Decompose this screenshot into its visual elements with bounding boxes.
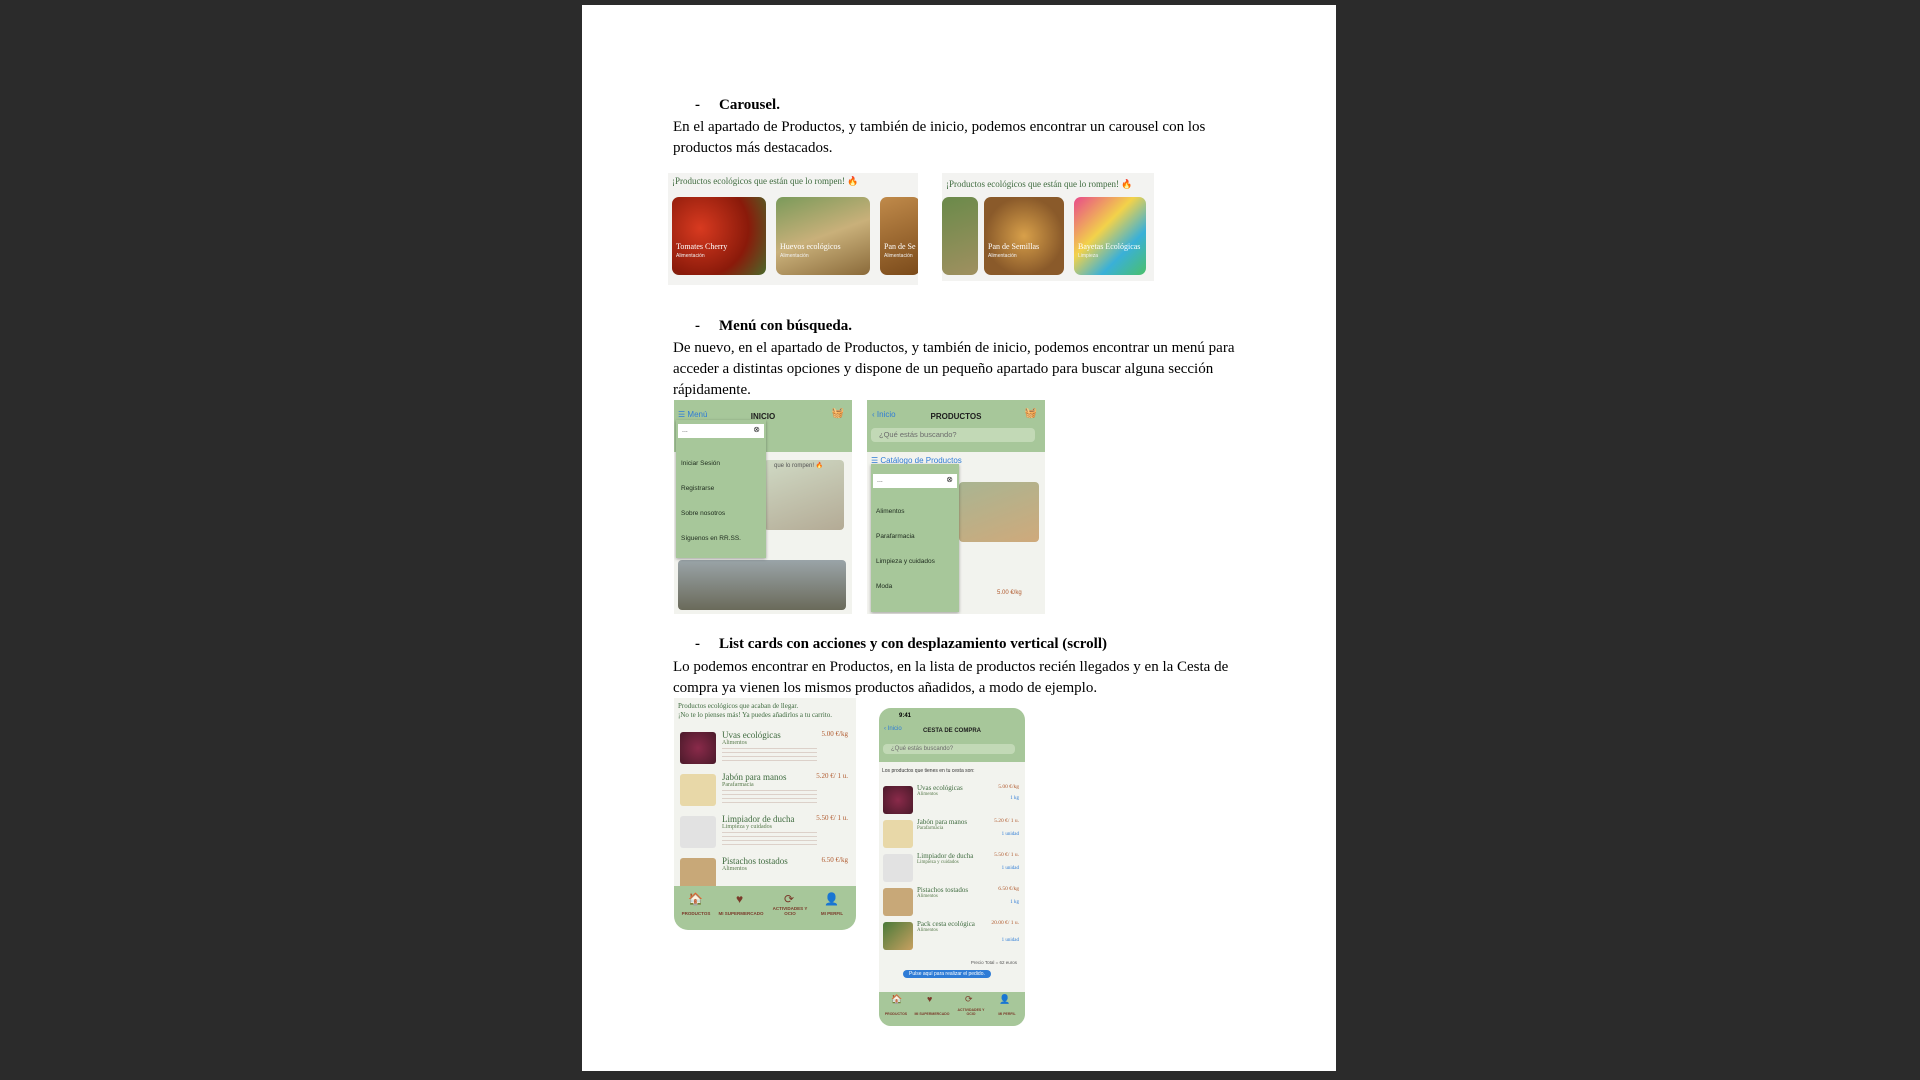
basket-card[interactable]: Pistachos tostados Alimentos 6.50 €/kg 1 … [883,886,1019,918]
tab-productos[interactable]: PRODUCTOS [879,1012,913,1016]
carousel-card: Pan de Se Alimentación [880,197,918,275]
menu-search-input[interactable]: ... [678,424,764,438]
tab-supermercado[interactable]: MI SUPERMERCADO [718,911,764,916]
catalog-item[interactable]: Alimentos [876,508,905,515]
catalog-dropdown: ... ⊗ Alimentos Parafarmacia Limpieza y … [871,464,959,612]
menu-item[interactable]: Iniciar Sesión [681,460,720,467]
document-page: - Carousel. En el apartado de Productos, … [582,5,1336,1071]
carousel-card: Bayetas Ecológicas Limpieza [1074,197,1146,275]
search-input[interactable]: ¿Qué estás buscando? [871,428,1035,442]
list-card[interactable]: Jabón para manos Parafarmacia 5.20 €/ 1 u… [680,772,848,810]
clear-icon[interactable]: ⊗ [946,475,953,484]
carousel-card: Pan de Semillas Alimentación [984,197,1064,275]
menu-item[interactable]: Sobre nosotros [681,510,725,517]
catalog-item[interactable]: Limpieza y cuidados [876,558,935,565]
tab-bar: 🏠 ♥ ⟳ 👤 PRODUCTOS MI SUPERMERCADO ACTIVI… [879,992,1025,1026]
total-price: Precio Total = 62 euros [970,960,1017,965]
list-card[interactable]: Uvas ecológicas Alimentos 5.00 €/kg [680,730,848,768]
menu-screenshot-productos: ‹ Inicio PRODUCTOS 🧺 ¿Qué estás buscando… [867,400,1045,614]
carousel-screenshot-2: ¡Productos ecológicos que están que lo r… [942,173,1154,281]
tab-productos[interactable]: PRODUCTOS [676,911,716,916]
clear-icon[interactable]: ⊗ [753,425,760,434]
order-button[interactable]: Pulse aquí para realizar el pedido. [903,970,991,978]
carousel-card: Huevos ecológicos Alimentación [776,197,870,275]
catalog-item[interactable]: Parafarmacia [876,533,915,540]
basket-card[interactable]: Pack cesta ecológica Alimentos 20.00 €/ 1… [883,920,1019,952]
section-text-carousel: En el apartado de Productos, y también d… [673,119,1206,156]
section-text-list: Lo podemos encontrar en Productos, en la… [673,659,1229,696]
section-heading-list: - List cards con acciones y con desplazam… [695,636,1107,652]
tab-actividades[interactable]: ACTIVIDADES Y OCIO [768,906,812,916]
basket-icon[interactable]: 🧺 [1025,408,1037,419]
tab-supermercado[interactable]: MI SUPERMERCADO [913,1012,951,1016]
tab-perfil[interactable]: MI PERFIL [991,1012,1023,1016]
search-input[interactable]: ¿Qué estás buscando? [883,744,1015,754]
carousel-card: Tomates Cherry Alimentación [672,197,766,275]
menu-dropdown: ... ⊗ Iniciar Sesión Registrarse Sobre n… [676,420,766,558]
basket-card[interactable]: Limpiador de ducha Limpieza y cuidados 5.… [883,852,1019,884]
tab-perfil[interactable]: MI PERFIL [814,911,850,916]
menu-screenshot-inicio: ☰ Menú INICIO 🧺 que lo rompen! 🔥 ... ⊗ I… [674,400,852,614]
carousel-screenshot-1: ¡Productos ecológicos que están que lo r… [668,173,918,285]
menu-item[interactable]: Síguenos en RR.SS. [681,535,741,542]
catalog-search-input[interactable]: ... [873,474,957,488]
section-text-menu: De nuevo, en el apartado de Productos, y… [673,340,1235,398]
section-heading-carousel: - Carousel. [695,97,780,113]
basket-card[interactable]: Uvas ecológicas Alimentos 5.00 €/kg 1 kg [883,784,1019,816]
carousel-title: ¡Productos ecológicos que están que lo r… [672,176,859,186]
tab-bar: 🏠 ♥ ⟳ 👤 PRODUCTOS MI SUPERMERCADO ACTIVI… [674,886,856,930]
menu-item[interactable]: Registrarse [681,485,714,492]
screen-title: PRODUCTOS [930,412,982,421]
list-screenshot-cesta: 9:41 ‹ Inicio CESTA DE COMPRA ¿Qué estás… [879,708,1025,1026]
list-screenshot-productos: Productos ecológicos que acaban de llega… [674,698,856,930]
basket-card[interactable]: Jabón para manos Parafarmacia 5.20 €/ 1 u… [883,818,1019,850]
screen-title: CESTA DE COMPRA [922,728,981,734]
tab-actividades[interactable]: ACTIVIDADES Y OCIO [953,1008,989,1016]
carousel-card [942,197,978,275]
basket-icon[interactable]: 🧺 [832,408,844,419]
list-card[interactable]: Limpiador de ducha Limpieza y cuidados 5.… [680,814,848,852]
section-heading-menu: - Menú con búsqueda. [695,318,852,334]
catalog-item[interactable]: Moda [876,583,892,590]
carousel-title: ¡Productos ecológicos que están que lo r… [946,179,1133,189]
